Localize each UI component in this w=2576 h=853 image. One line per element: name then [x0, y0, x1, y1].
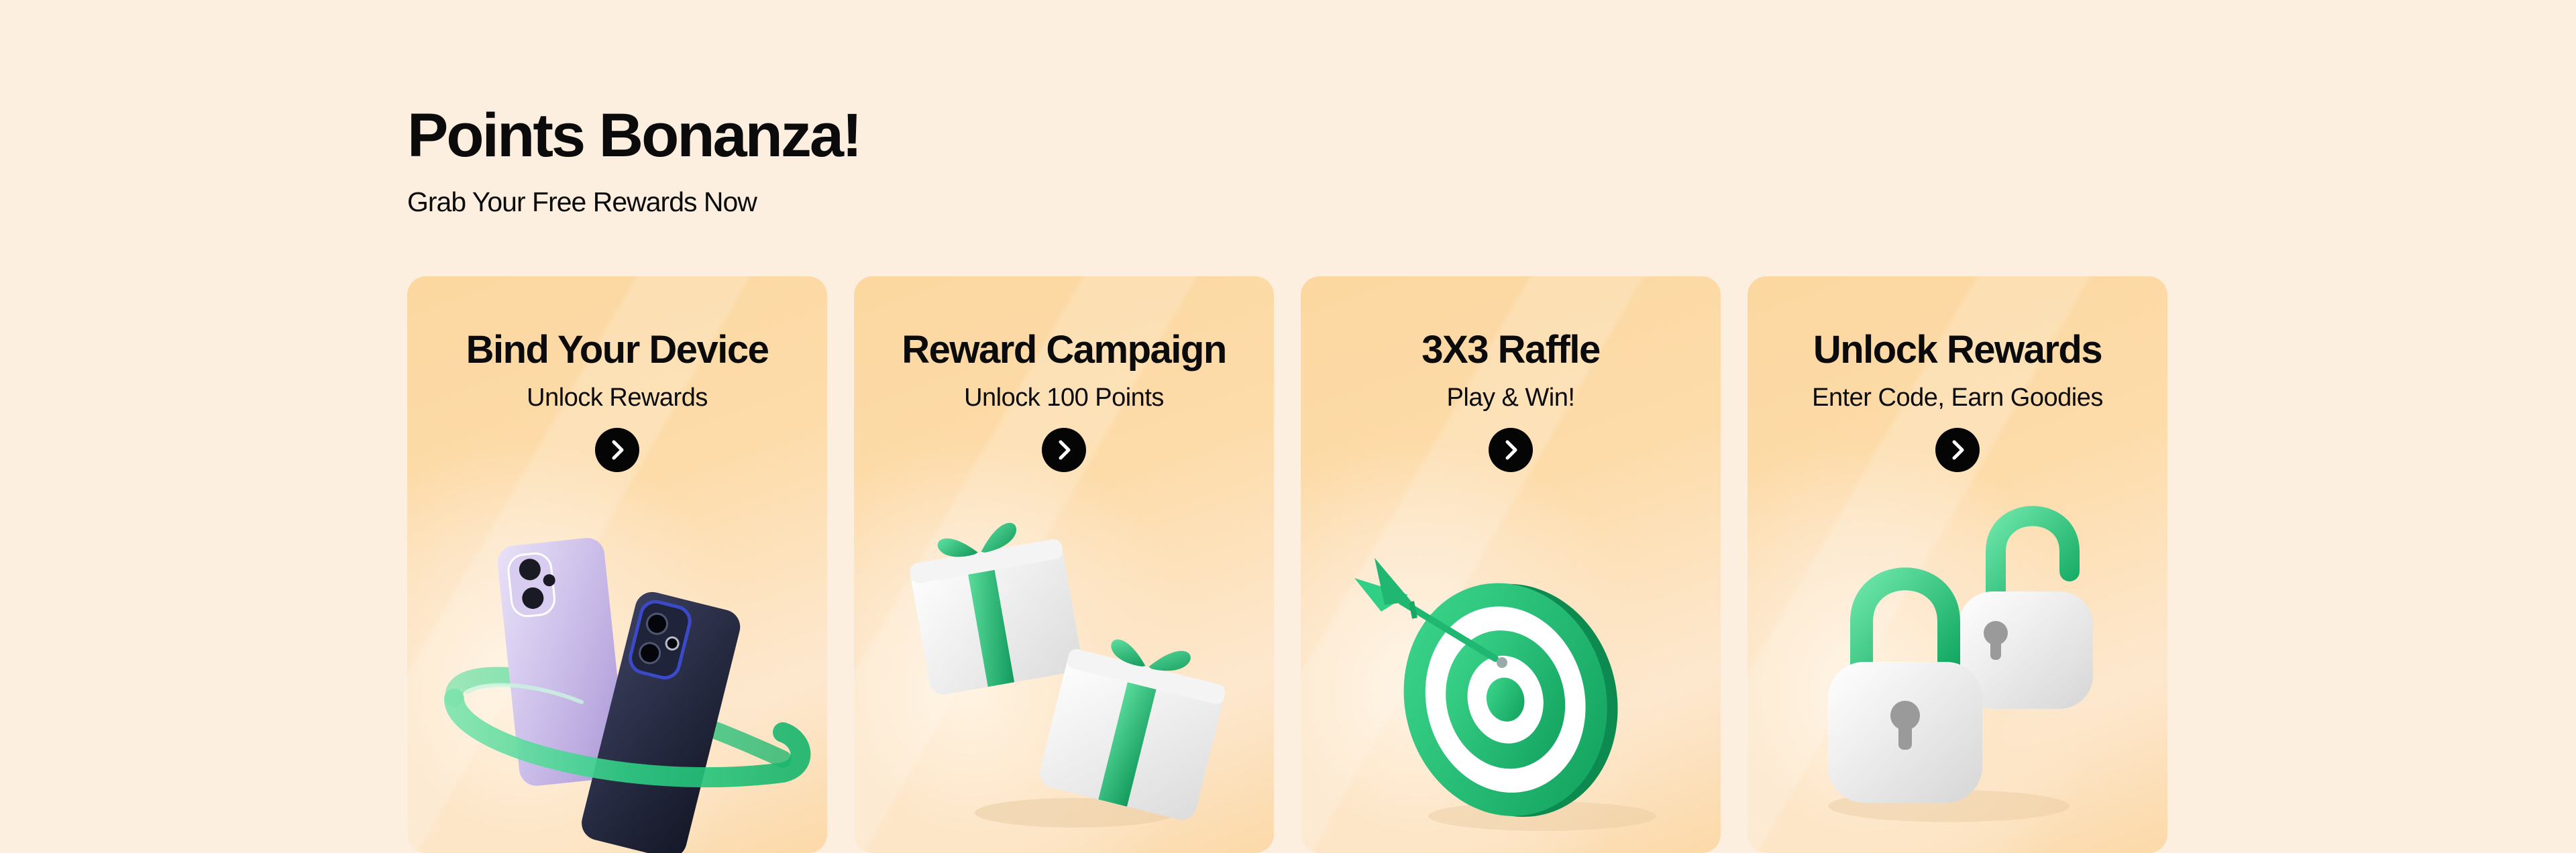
- card-bind-device[interactable]: Bind Your Device Unlock Rewards: [407, 276, 827, 853]
- card-title: Unlock Rewards: [1813, 328, 2103, 372]
- reward-cards: Bind Your Device Unlock Rewards Reward C…: [407, 276, 2169, 853]
- card-raffle[interactable]: 3X3 Raffle Play & Win!: [1301, 276, 1721, 853]
- card-subtitle: Unlock Rewards: [527, 384, 708, 412]
- chevron-right-icon: [612, 440, 624, 460]
- chevron-right-icon: [1059, 440, 1071, 460]
- card-title: Reward Campaign: [902, 328, 1227, 372]
- card-unlock-rewards[interactable]: Unlock Rewards Enter Code, Earn Goodies: [1748, 276, 2167, 853]
- target-with-dart-icon: [1354, 558, 1656, 831]
- card-reward-campaign[interactable]: Reward Campaign Unlock 100 Points: [854, 276, 1274, 853]
- raffle-arrow-button[interactable]: [1489, 428, 1533, 472]
- chevron-right-icon: [1952, 440, 1964, 460]
- card-title: 3X3 Raffle: [1421, 328, 1601, 372]
- card-subtitle: Play & Win!: [1446, 384, 1575, 412]
- card-subtitle: Enter Code, Earn Goodies: [1812, 384, 2103, 412]
- points-bonanza-section: Points Bonanza! Grab Your Free Rewards N…: [407, 0, 2169, 853]
- padlocks-icon: [1828, 506, 2093, 822]
- chevron-right-icon: [1505, 440, 1517, 460]
- page-title: Points Bonanza!: [407, 101, 863, 170]
- card-subtitle: Unlock 100 Points: [964, 384, 1164, 412]
- bind-device-arrow-button[interactable]: [595, 428, 639, 472]
- unlock-rewards-arrow-button[interactable]: [1935, 428, 1980, 472]
- gift-boxes-icon: [910, 522, 1226, 828]
- phones-with-ring-icon: [444, 538, 811, 853]
- card-title: Bind Your Device: [466, 328, 769, 372]
- reward-campaign-arrow-button[interactable]: [1042, 428, 1086, 472]
- page-subtitle: Grab Your Free Rewards Now: [407, 186, 757, 217]
